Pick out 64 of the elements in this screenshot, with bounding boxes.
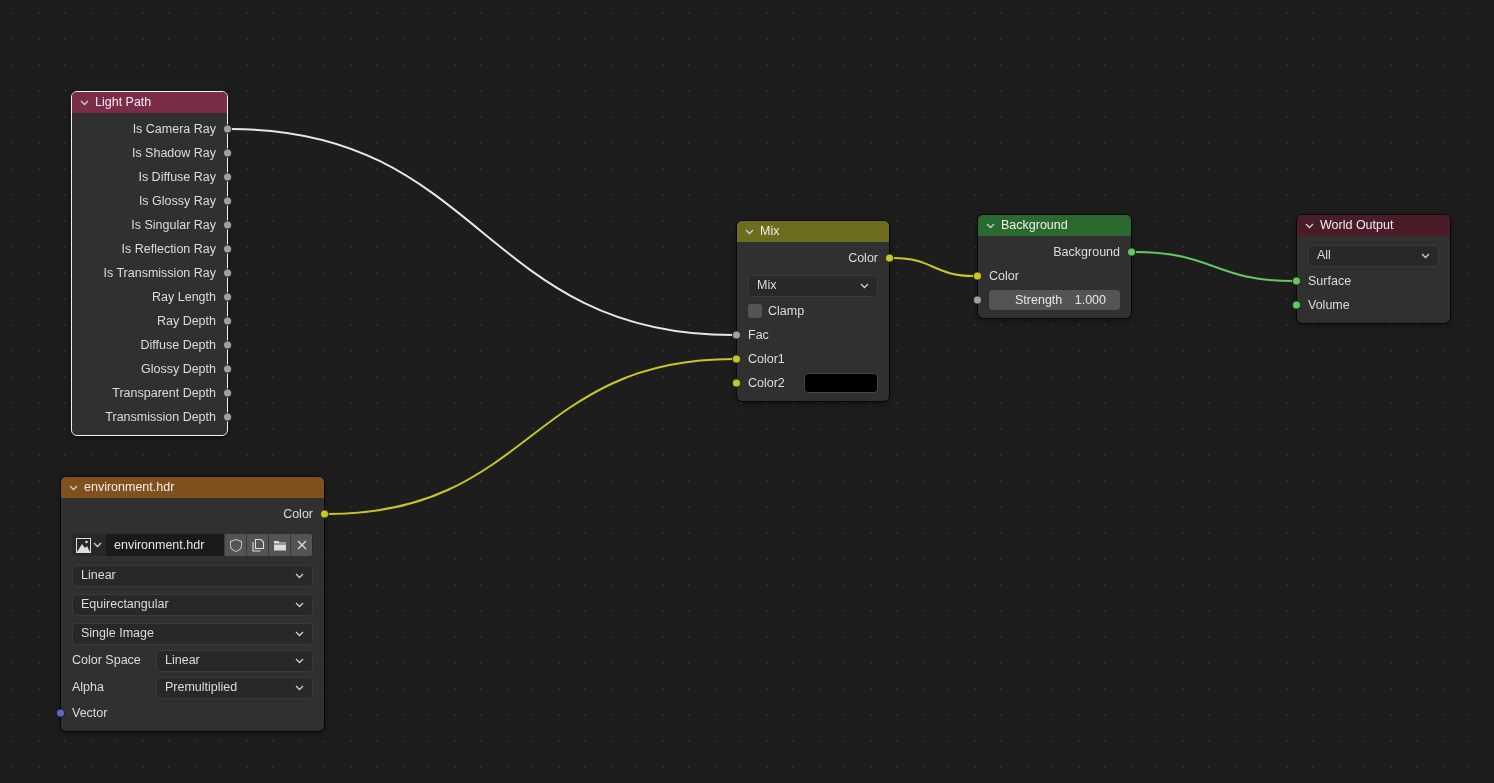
socket-label: Is Singular Ray	[131, 216, 216, 234]
socket-label: Surface	[1308, 272, 1352, 290]
node-header[interactable]: Background	[978, 215, 1131, 236]
node-card[interactable]	[72, 92, 227, 435]
node-title: Background	[1001, 217, 1068, 235]
duplicate-button[interactable]	[246, 534, 268, 556]
socket-label: Is Reflection Ray	[121, 240, 216, 258]
socket-label: Volume	[1308, 296, 1350, 314]
socket-label: Ray Length	[152, 288, 216, 306]
node-title: Light Path	[95, 94, 152, 112]
socket-label: Color2	[748, 374, 785, 392]
socket-label: Transparent Depth	[112, 384, 216, 402]
fake-user-button[interactable]	[224, 534, 246, 556]
color-swatch[interactable]	[804, 373, 878, 393]
socket-label: Background	[1053, 243, 1120, 261]
number-field[interactable]: Strength 1.000	[989, 290, 1120, 310]
dropdown[interactable]: Single Image	[72, 622, 313, 645]
socket-label: Color	[989, 267, 1019, 285]
caret-icon	[295, 601, 304, 608]
copy-icon	[250, 538, 265, 552]
dropdown[interactable]: Premultiplied	[156, 676, 313, 699]
folder-icon	[272, 538, 287, 552]
field-label: Color Space	[72, 652, 142, 670]
caret-icon	[295, 630, 304, 637]
caret-icon	[295, 657, 304, 664]
node-title: environment.hdr	[84, 479, 175, 497]
unlink-button[interactable]	[290, 534, 312, 556]
socket-label: Color	[283, 505, 313, 523]
checkbox[interactable]	[748, 304, 762, 318]
socket-label: Glossy Depth	[140, 360, 216, 378]
socket-label: Is Camera Ray	[132, 120, 216, 138]
socket-label: Color1	[748, 350, 785, 368]
node-header[interactable]: Mix	[737, 221, 889, 242]
socket-label: Is Shadow Ray	[131, 144, 216, 162]
socket-label: Vector	[72, 704, 108, 722]
image-icon	[76, 537, 91, 553]
open-button[interactable]	[268, 534, 290, 556]
field-label: Alpha	[72, 679, 105, 697]
caret-icon	[295, 572, 304, 579]
node-title: Mix	[760, 223, 780, 241]
dropdown[interactable]: Mix	[748, 274, 878, 297]
socket-label: Is Transmission Ray	[103, 264, 216, 282]
node-title: World Output	[1320, 217, 1394, 235]
socket-label: Transmission Depth	[105, 408, 216, 426]
node-header[interactable]: environment.hdr	[61, 477, 324, 498]
socket-label: Fac	[748, 326, 769, 344]
image-name-field[interactable]: environment.hdr	[106, 534, 224, 556]
caret-icon	[93, 542, 102, 548]
node-header[interactable]: Light Path	[72, 92, 227, 113]
socket-label: Is Glossy Ray	[138, 192, 216, 210]
dropdown[interactable]: All	[1308, 244, 1439, 267]
caret-icon	[1421, 252, 1430, 259]
dropdown[interactable]: Linear	[156, 649, 313, 672]
shield-icon	[228, 538, 243, 552]
socket-label: Ray Depth	[156, 312, 216, 330]
dropdown[interactable]: Linear	[72, 564, 313, 587]
checkbox-label: Clamp	[768, 302, 805, 320]
dropdown[interactable]: Equirectangular	[72, 593, 313, 616]
caret-icon	[860, 282, 869, 289]
socket-label: Diffuse Depth	[140, 336, 216, 354]
node-header[interactable]: World Output	[1297, 215, 1450, 236]
caret-icon	[295, 684, 304, 691]
socket-label: Is Diffuse Ray	[138, 168, 216, 186]
socket-label: Color	[848, 249, 878, 267]
